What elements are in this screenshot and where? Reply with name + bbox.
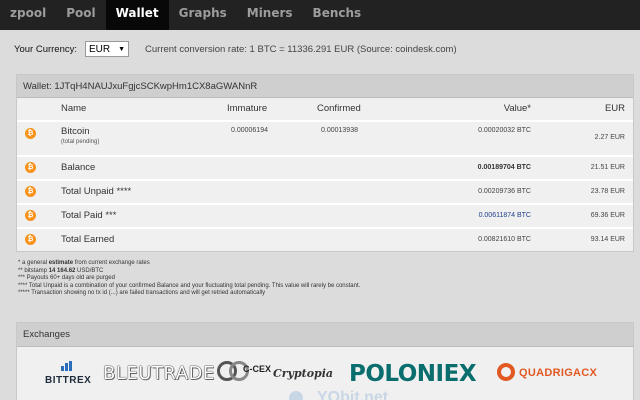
balance-value: 0.00189704 BTC <box>477 164 531 171</box>
conversion-rate-text: Current conversion rate: 1 BTC = 11336.2… <box>145 43 457 55</box>
exchanges-header: Exchanges <box>17 323 633 347</box>
nav-miners[interactable]: Miners <box>237 0 303 30</box>
bittrex-logo[interactable]: BITTREX <box>43 361 95 389</box>
currency-row: Your Currency: EUR ▼ Current conversion … <box>14 40 457 58</box>
quadrigacx-logo[interactable]: QUADRIGACX <box>497 363 617 387</box>
quadriga-q-icon <box>497 363 515 381</box>
footnote-2: ** bitstamp 14 164.62 USD/BTC <box>18 267 104 274</box>
unpaid-value: 0.00209736 BTC <box>478 188 531 195</box>
bitcoin-sub: (total pending) <box>61 139 100 145</box>
quadrigacx-logo-text: QUADRIGACX <box>519 367 598 379</box>
wallet-table-header: Name Immature Confirmed Value* EUR <box>17 103 633 117</box>
ccex-logo-text: C-CEX <box>243 364 272 374</box>
bitcoin-icon: ₿ <box>25 210 36 221</box>
bitcoin-value: 0.00020032 BTC <box>478 127 531 134</box>
bitcoin-eur: 2.27 EUR <box>594 134 625 141</box>
bitcoin-name: Bitcoin <box>61 126 90 137</box>
yobit-logo[interactable]: YObit.net <box>317 389 388 400</box>
nav-wallet[interactable]: Wallet <box>105 0 169 30</box>
earned-label: Total Earned <box>61 234 115 245</box>
wallet-header: Wallet: 1JTqH4NAUJxuFgjcSCKwpHm1CX8aGWAN… <box>17 75 633 98</box>
bitcoin-icon: ₿ <box>25 186 36 197</box>
cryptopia-logo[interactable]: Cryptopia <box>273 367 333 380</box>
poloniex-logo[interactable]: POLONIEX <box>349 361 477 387</box>
col-name: Name <box>61 103 87 114</box>
table-row-bitcoin: ₿ Bitcoin (total pending) 0.00006194 0.0… <box>17 120 633 150</box>
table-row-paid: ₿ Total Paid *** 0.00611874 BTC 69.36 EU… <box>17 203 633 225</box>
top-navbar: zpool Pool Wallet Graphs Miners Benchs <box>0 0 640 30</box>
footnote-3: *** Payouts 60+ days old are purged <box>18 275 115 281</box>
table-row-balance: ₿ Balance 0.00189704 BTC 21.51 EUR <box>17 155 633 177</box>
paid-value-link[interactable]: 0.00611874 BTC <box>479 212 531 219</box>
wallet-panel: Wallet: 1JTqH4NAUJxuFgjcSCKwpHm1CX8aGWAN… <box>16 74 634 252</box>
currency-select[interactable]: EUR ▼ <box>85 41 130 57</box>
nav-benchs[interactable]: Benchs <box>303 0 372 30</box>
earned-value: 0.00821610 BTC <box>478 236 531 243</box>
bittrex-logo-text: BITTREX <box>45 375 92 386</box>
balance-label: Balance <box>61 162 96 173</box>
table-row-unpaid: ₿ Total Unpaid **** 0.00209736 BTC 23.78… <box>17 179 633 201</box>
ccex-logo[interactable]: C-CEX <box>217 361 271 387</box>
col-confirmed: Confirmed <box>317 103 361 114</box>
nav-zpool[interactable]: zpool <box>0 0 56 30</box>
bleutrade-logo[interactable]: BLEUTRADE <box>103 363 215 384</box>
currency-select-value: EUR <box>89 43 111 55</box>
earned-eur: 93.14 EUR <box>590 236 625 243</box>
bitcoin-icon: ₿ <box>25 128 36 139</box>
col-value: Value* <box>503 103 531 114</box>
unpaid-label: Total Unpaid **** <box>61 186 132 197</box>
bitcoin-confirmed: 0.00013938 <box>321 127 358 134</box>
bitcoin-icon: ₿ <box>25 162 36 173</box>
paid-label: Total Paid *** <box>61 210 117 221</box>
caret-down-icon: ▼ <box>118 45 126 53</box>
bittrex-bars-icon <box>61 361 75 371</box>
footnote-5: ***** Transaction showing no tx id (...)… <box>18 290 266 296</box>
exchanges-panel: Exchanges BITTREX BLEUTRADE C-CEX Crypto… <box>16 322 634 400</box>
balance-eur: 21.51 EUR <box>590 164 625 171</box>
wallet-footnotes: * a general estimate from current exchan… <box>18 260 618 298</box>
unpaid-eur: 23.78 EUR <box>590 188 625 195</box>
paid-eur: 69.36 EUR <box>590 212 625 219</box>
footnote-4: **** Total Unpaid is a combination of yo… <box>18 282 361 289</box>
table-row-earned: ₿ Total Earned 0.00821610 BTC 93.14 EUR <box>17 227 633 249</box>
nav-graphs[interactable]: Graphs <box>169 0 237 30</box>
col-eur: EUR <box>604 103 625 114</box>
currency-label: Your Currency: <box>14 43 78 55</box>
bitcoin-icon: ₿ <box>25 234 36 245</box>
bitcoin-immature: 0.00006194 <box>231 127 268 134</box>
footnote-1: * a general estimate from current exchan… <box>18 260 150 266</box>
globe-icon <box>289 391 303 400</box>
col-immature: Immature <box>227 103 268 114</box>
nav-pool[interactable]: Pool <box>56 0 105 30</box>
